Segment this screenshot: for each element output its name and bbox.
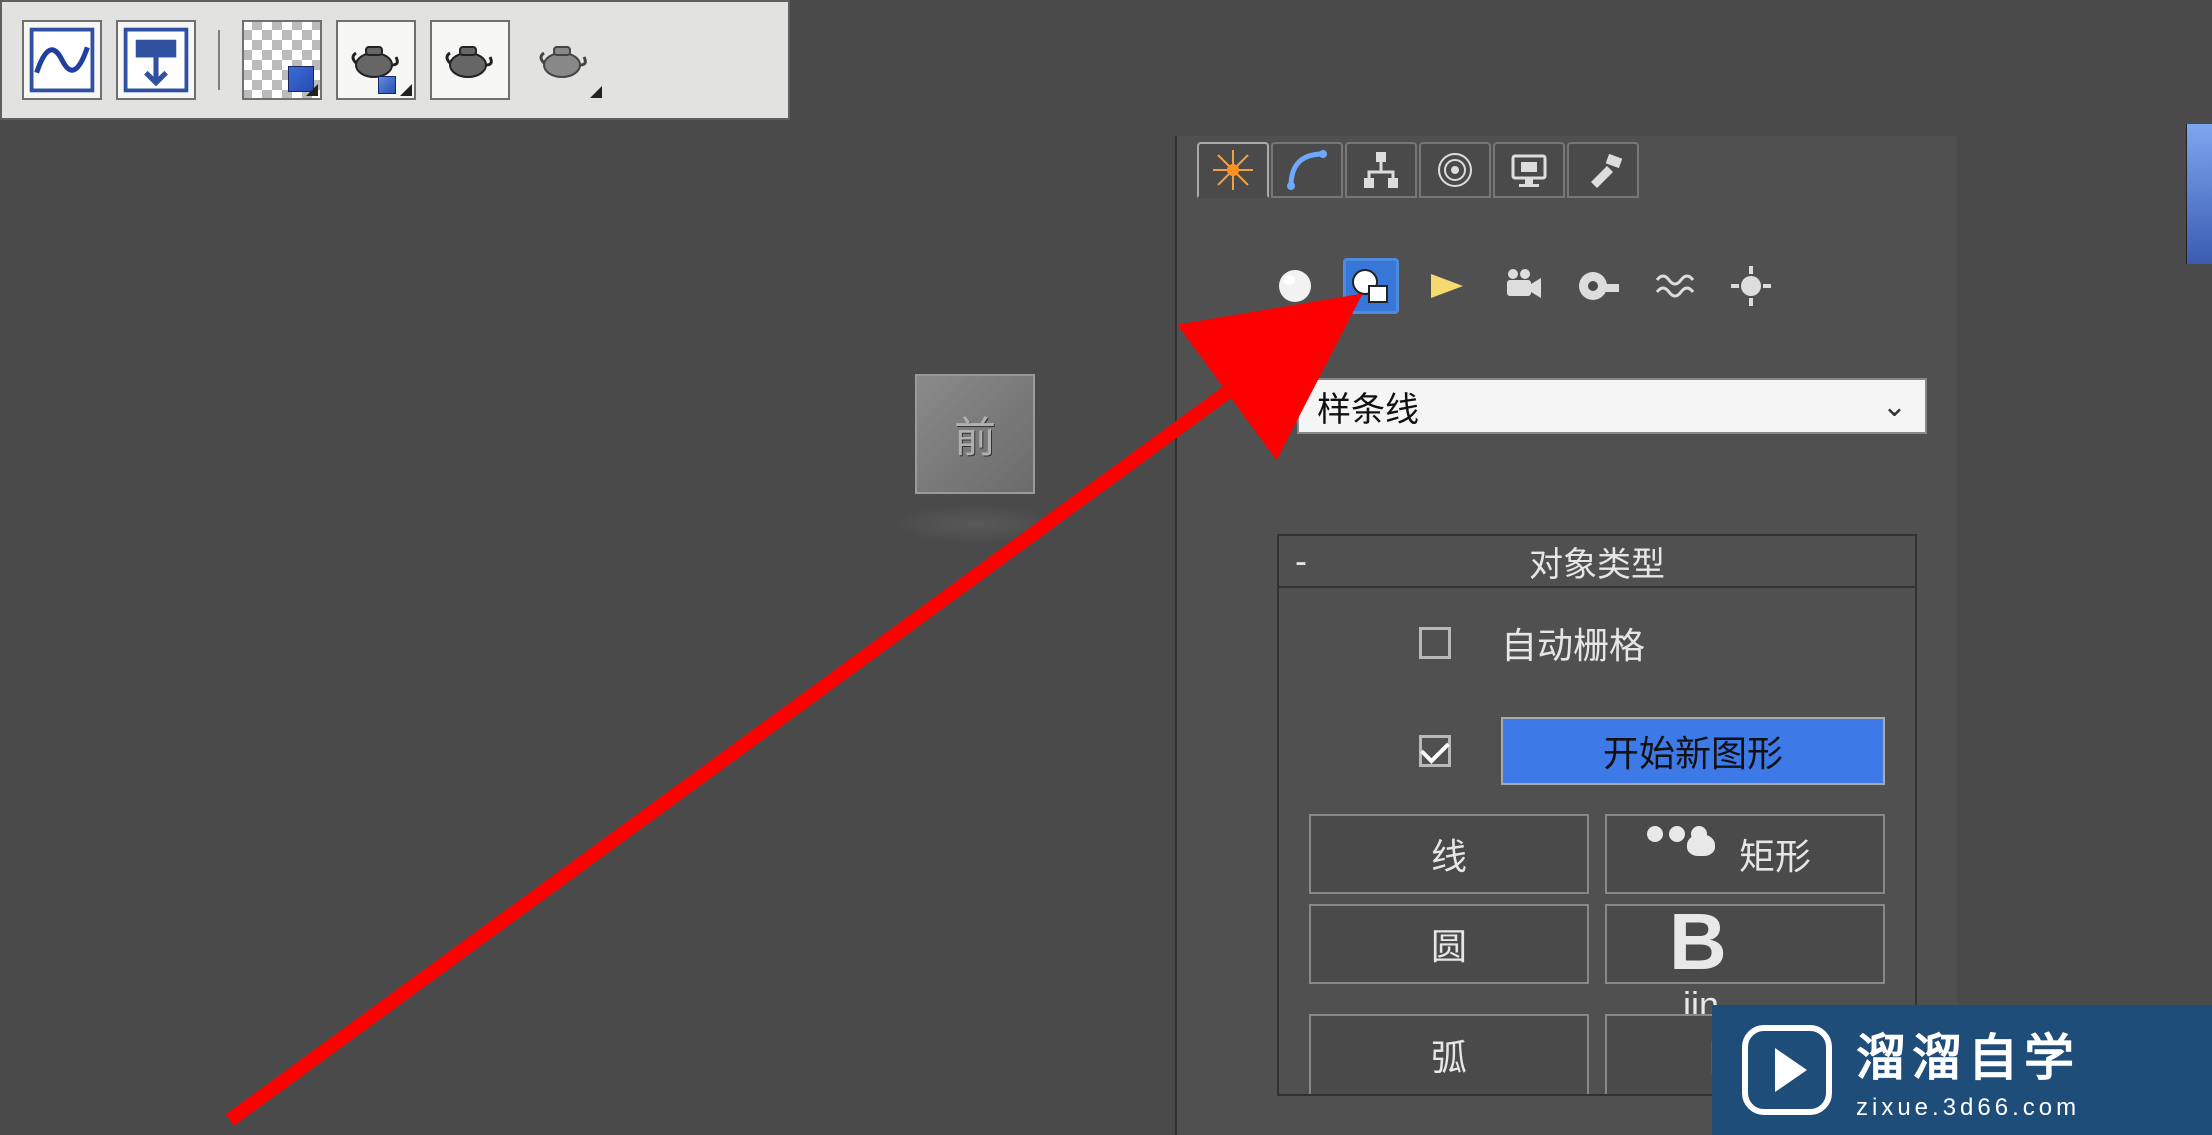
dope-sheet-icon (118, 22, 194, 98)
tab-modify[interactable] (1271, 142, 1343, 198)
type-dropdown-row: 样条线 ⌄ (1177, 314, 1957, 434)
watermark-url: zixue.3d66.com (1856, 1094, 2080, 1122)
line-button[interactable]: 线 (1309, 814, 1589, 894)
hammer-icon (1581, 148, 1625, 192)
autogrid-label: 自动栅格 (1501, 617, 1645, 669)
watermark-title: 溜溜自学 (1856, 1018, 2080, 1090)
camera-icon (1501, 264, 1545, 308)
tab-hierarchy[interactable] (1345, 142, 1417, 198)
render-preview-3-button[interactable] (524, 20, 604, 100)
rollout-header[interactable]: - 对象类型 (1279, 536, 1915, 588)
subcat-geometry[interactable] (1267, 258, 1323, 314)
scrollbar-strip[interactable] (2186, 124, 2212, 264)
tab-utilities[interactable] (1567, 142, 1639, 198)
subcat-spacewarps[interactable] (1647, 258, 1703, 314)
tab-display[interactable] (1493, 142, 1565, 198)
rectangle-button[interactable]: 矩形 (1605, 814, 1885, 894)
dropdown-label: 样条线 (1317, 382, 1419, 431)
wave-icon (1653, 264, 1697, 308)
subcat-shapes[interactable] (1343, 258, 1399, 314)
sphere-icon (1273, 264, 1317, 308)
subcat-systems[interactable] (1723, 258, 1779, 314)
viewcube-shadow (890, 504, 1060, 544)
subcat-cameras[interactable] (1495, 258, 1551, 314)
b-overlay: B (1669, 896, 1727, 988)
play-icon (1742, 1025, 1832, 1115)
shape-button-row-2: 圆 B jin (1309, 904, 1885, 984)
ring-button[interactable]: B jin (1605, 904, 1885, 984)
render-preview-2-button[interactable] (430, 20, 510, 100)
curve-editor-icon (24, 22, 100, 98)
tape-icon (1577, 264, 1621, 308)
motion-icon (1433, 148, 1477, 192)
collapse-icon: - (1295, 543, 1307, 579)
gear-icon (1729, 264, 1773, 308)
line-label: 线 (1431, 828, 1467, 880)
subcat-helpers[interactable] (1571, 258, 1627, 314)
display-icon (1507, 148, 1551, 192)
shape-button-row-1: 线 矩形 (1309, 814, 1885, 894)
viewcube[interactable]: 前 (880, 344, 1080, 514)
top-toolbar (0, 0, 790, 120)
teapot-icon (346, 35, 406, 85)
start-new-shape-checkbox[interactable] (1419, 735, 1451, 767)
spline-type-dropdown[interactable]: 样条线 ⌄ (1297, 378, 1927, 434)
arc-label: 弧 (1431, 1029, 1467, 1081)
light-icon (1425, 264, 1469, 308)
material-editor-button[interactable] (242, 20, 322, 100)
command-panel: 样条线 ⌄ - 对象类型 自动栅格 开始新图形 线 (1175, 136, 1957, 1135)
toolbar-divider (218, 30, 220, 90)
modify-icon (1285, 148, 1329, 192)
rollout-title: 对象类型 (1279, 537, 1915, 586)
curve-editor-button[interactable] (22, 20, 102, 100)
viewport[interactable]: 前 (0, 124, 1175, 1135)
subcategory-row (1177, 198, 1957, 314)
start-new-shape-label: 开始新图形 (1603, 725, 1783, 777)
shapes-icon (1349, 264, 1393, 308)
render-badge-icon (378, 76, 396, 94)
viewcube-face[interactable]: 前 (915, 374, 1035, 494)
dope-sheet-button[interactable] (116, 20, 196, 100)
autogrid-checkbox[interactable] (1419, 627, 1451, 659)
star-icon (1211, 148, 1255, 192)
watermark: 溜溜自学 zixue.3d66.com (1712, 1005, 2212, 1135)
material-swatch-icon (288, 66, 314, 92)
category-tabs (1177, 136, 1957, 198)
teapot-icon (440, 35, 500, 85)
autogrid-row: 自动栅格 (1309, 608, 1885, 678)
start-new-shape-button[interactable]: 开始新图形 (1501, 717, 1885, 785)
hierarchy-icon (1359, 148, 1403, 192)
viewcube-label: 前 (954, 404, 996, 465)
chevron-down-icon: ⌄ (1882, 389, 1907, 424)
circle-button[interactable]: 圆 (1309, 904, 1589, 984)
subcat-lights[interactable] (1419, 258, 1475, 314)
render-preview-1-button[interactable] (336, 20, 416, 100)
paw-overlay-icon (1647, 826, 1715, 856)
start-new-shape-row: 开始新图形 (1309, 708, 1885, 794)
arc-button[interactable]: 弧 (1309, 1014, 1589, 1094)
circle-label: 圆 (1431, 918, 1467, 970)
rectangle-label: 矩形 (1739, 828, 1811, 880)
teapot-icon (534, 35, 594, 85)
tab-motion[interactable] (1419, 142, 1491, 198)
tab-create[interactable] (1197, 142, 1269, 198)
